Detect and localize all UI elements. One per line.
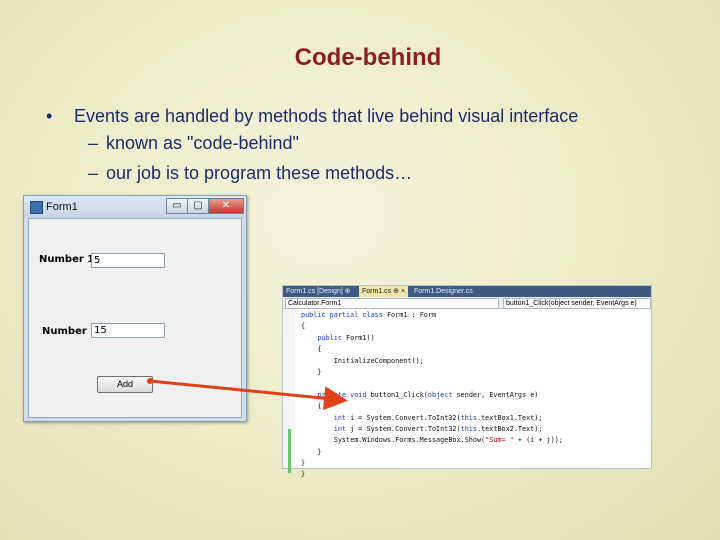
- arrow-start-dot: [147, 378, 153, 384]
- arrow-overlay: [147, 378, 348, 411]
- arrow-line: [149, 379, 348, 411]
